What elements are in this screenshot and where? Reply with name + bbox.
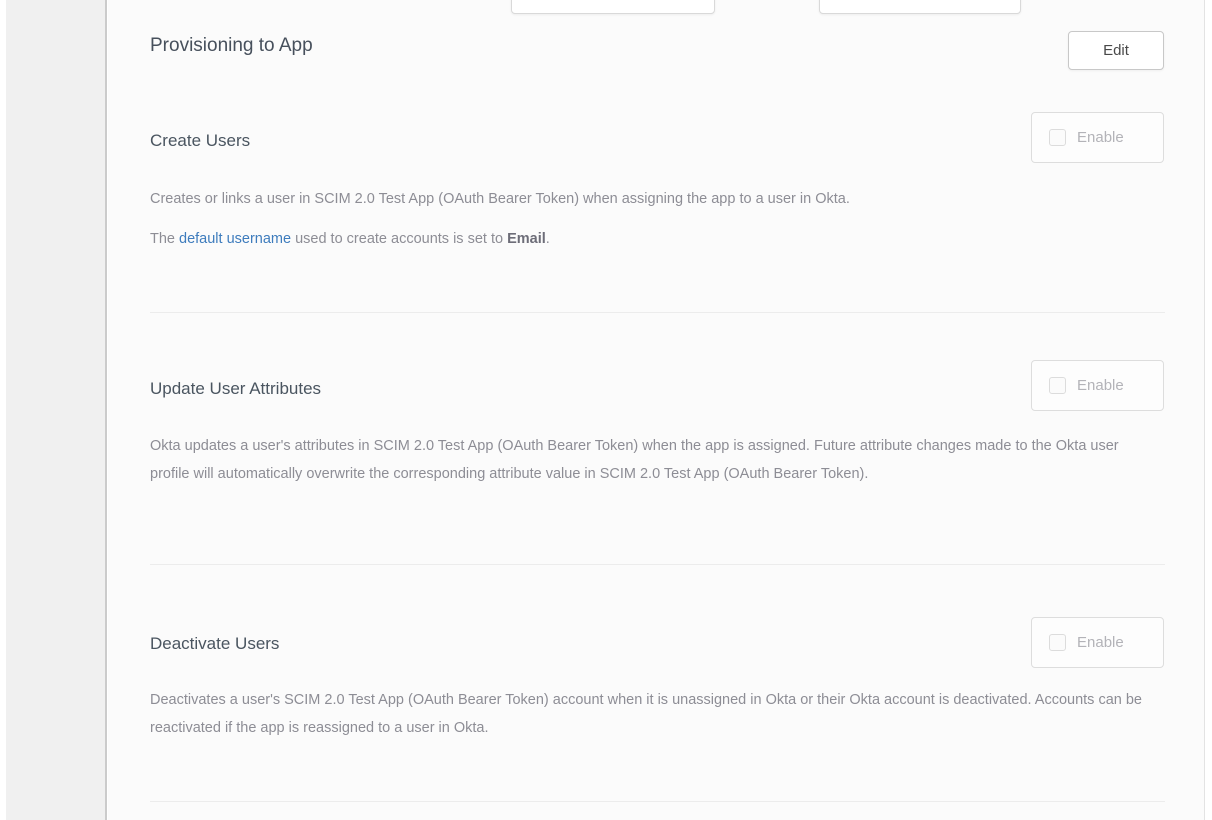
- create-users-description: Creates or links a user in SCIM 2.0 Test…: [150, 185, 1150, 213]
- note-email-value: Email: [507, 231, 546, 247]
- create-users-username-note: The default username used to create acco…: [150, 225, 1150, 253]
- update-attributes-enable-button[interactable]: Enable: [1031, 360, 1164, 411]
- update-attributes-enable-checkbox[interactable]: [1049, 377, 1066, 394]
- partial-select-field-right[interactable]: [819, 0, 1021, 14]
- deactivate-users-enable-button[interactable]: Enable: [1031, 617, 1164, 668]
- enable-label: Enable: [1077, 634, 1124, 651]
- note-suffix: .: [546, 231, 550, 247]
- left-sidebar: [6, 0, 107, 820]
- section-title-create-users: Create Users: [150, 131, 250, 151]
- section-title-deactivate-users: Deactivate Users: [150, 634, 279, 654]
- default-username-link[interactable]: default username: [179, 231, 291, 247]
- section-divider: [150, 801, 1165, 802]
- create-users-enable-button[interactable]: Enable: [1031, 112, 1164, 163]
- note-prefix: The: [150, 231, 179, 247]
- enable-label: Enable: [1077, 377, 1124, 394]
- create-users-enable-checkbox[interactable]: [1049, 129, 1066, 146]
- deactivate-users-description: Deactivates a user's SCIM 2.0 Test App (…: [150, 686, 1150, 742]
- enable-label: Enable: [1077, 129, 1124, 146]
- edit-button[interactable]: Edit: [1068, 31, 1164, 70]
- page-title: Provisioning to App: [150, 35, 313, 57]
- update-attributes-description: Okta updates a user's attributes in SCIM…: [150, 432, 1150, 488]
- partial-select-field-left[interactable]: [511, 0, 715, 14]
- note-middle: used to create accounts is set to: [291, 231, 507, 247]
- section-title-update-user-attributes: Update User Attributes: [150, 379, 321, 399]
- section-divider: [150, 564, 1165, 565]
- provisioning-settings-panel: Provisioning to App Edit Create Users En…: [108, 0, 1205, 820]
- deactivate-users-enable-checkbox[interactable]: [1049, 634, 1066, 651]
- section-divider: [150, 312, 1165, 313]
